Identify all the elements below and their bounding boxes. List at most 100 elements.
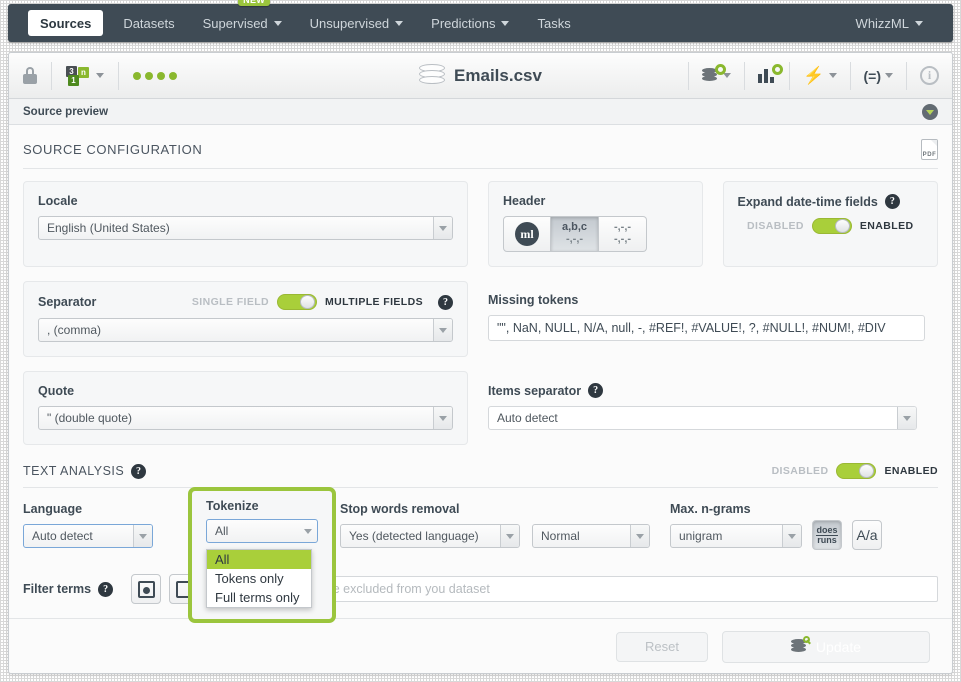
chevron-down-circle-icon[interactable] xyxy=(922,103,938,120)
help-icon[interactable]: ? xyxy=(438,294,453,310)
header-card: Header ml a,b,c -,-,- -,-,- -,-,- xyxy=(488,181,703,267)
expand-datetime-toggle-group: DISABLED ENABLED xyxy=(738,218,923,234)
chevron-down-icon xyxy=(630,525,649,547)
nav-item-whizzml[interactable]: WhizzML xyxy=(842,16,937,31)
missing-tokens-label: Missing tokens xyxy=(488,293,579,307)
separator-select[interactable]: , (comma) xyxy=(38,318,453,342)
info-button[interactable]: i xyxy=(907,53,952,98)
ml-logo-icon: ml xyxy=(515,222,539,246)
expand-datetime-card: Expand date-time fields ? DISABLED ENABL… xyxy=(722,181,938,267)
missing-tokens-input[interactable]: "", NaN, NULL, N/A, null, -, #REF!, #VAL… xyxy=(488,315,925,341)
stemming-button[interactable]: does runs xyxy=(812,520,842,550)
pdf-label: PDF xyxy=(922,152,937,158)
config-row-1: Locale English (United States) Header ml… xyxy=(23,181,938,267)
source-configuration-heading: SOURCE CONFIGURATION PDF xyxy=(23,139,938,169)
section-title: SOURCE CONFIGURATION xyxy=(23,142,203,157)
ngrams-select[interactable]: unigram xyxy=(670,524,802,548)
chevron-down-icon xyxy=(723,73,732,78)
header-option-ml[interactable]: ml xyxy=(503,216,551,252)
chevron-down-icon xyxy=(500,525,519,547)
create-chart-button[interactable] xyxy=(745,53,789,98)
help-icon[interactable]: ? xyxy=(98,581,114,597)
header-option-secondary: -,-,- xyxy=(565,233,584,245)
quote-select[interactable]: " (double quote) xyxy=(38,406,453,430)
nav-item-predictions[interactable]: Predictions xyxy=(417,4,523,42)
text-analysis-toggle[interactable] xyxy=(836,463,877,479)
nav-item-supervised[interactable]: NEW Supervised xyxy=(189,0,296,42)
chevron-down-icon xyxy=(885,73,893,78)
stop-words-select[interactable]: Yes (detected language) xyxy=(340,524,520,548)
lock-icon xyxy=(23,67,37,84)
case-sensitivity-button[interactable]: A/a xyxy=(852,520,882,550)
stop-words-strength-select[interactable]: Normal xyxy=(532,524,650,548)
stop-words-value: Yes (detected language) xyxy=(349,529,479,543)
update-button[interactable]: Update xyxy=(722,630,930,663)
missing-tokens-value: "", NaN, NULL, N/A, null, -, #REF!, #VAL… xyxy=(497,321,886,335)
fields-count-icon: 3 n 1 xyxy=(66,65,92,86)
toggle-off-label: DISABLED xyxy=(747,220,804,232)
nav-item-tasks[interactable]: Tasks xyxy=(523,4,584,42)
chevron-down-icon xyxy=(828,73,837,78)
fields-icon-c: 1 xyxy=(68,74,79,86)
separator-label: Separator xyxy=(38,295,97,309)
tokenize-value: All xyxy=(215,524,229,538)
expand-datetime-toggle[interactable] xyxy=(811,218,852,234)
nav-item-datasets[interactable]: Datasets xyxy=(109,4,188,42)
language-label: Language xyxy=(23,502,83,516)
chevron-down-icon xyxy=(433,407,452,429)
nav-right: WhizzML xyxy=(842,16,953,31)
quote-card: Quote " (double quote) xyxy=(23,371,468,445)
tokenize-option-all[interactable]: All xyxy=(207,550,311,569)
tokenize-option-tokens-only[interactable]: Tokens only xyxy=(207,569,311,588)
source-name: Emails.csv xyxy=(454,65,542,85)
chevron-down-icon xyxy=(96,73,104,78)
missing-tokens-card: Missing tokens "", NaN, NULL, N/A, null,… xyxy=(488,281,938,357)
source-preview-bar[interactable]: Source preview xyxy=(9,99,952,125)
text-analysis-title: TEXT ANALYSIS xyxy=(23,464,125,478)
help-icon[interactable]: ? xyxy=(131,463,147,479)
tokenize-option-full-terms-only[interactable]: Full terms only xyxy=(207,588,311,607)
toolbar-right-group: ⚡ (=) i xyxy=(688,53,952,98)
source-preview-label: Source preview xyxy=(23,105,109,118)
nav-label: Sources xyxy=(40,15,92,31)
action-footer: Reset Update xyxy=(9,618,952,674)
create-dataset-button[interactable] xyxy=(689,53,744,98)
text-analysis-fields: Language Auto detect Stop words removal … xyxy=(23,502,938,550)
filter-terms-label: Filter terms ? xyxy=(23,581,114,597)
status-dots-icon xyxy=(133,71,177,80)
nav-item-sources[interactable]: Sources xyxy=(28,10,104,36)
privacy-lock-button[interactable] xyxy=(9,53,51,98)
nav-label: WhizzML xyxy=(855,15,909,31)
locale-select[interactable]: English (United States) xyxy=(38,216,453,240)
tokenize-select[interactable]: All xyxy=(206,519,318,543)
help-icon[interactable]: ? xyxy=(588,383,604,398)
language-select[interactable]: Auto detect xyxy=(23,524,153,548)
quote-label: Quote xyxy=(38,384,75,398)
fields-summary-button[interactable]: 3 n 1 xyxy=(52,53,118,98)
separator-toggle[interactable] xyxy=(277,294,318,310)
stemming-bottom: runs xyxy=(817,534,837,545)
chevron-down-icon xyxy=(915,20,923,26)
header-option-dashes[interactable]: -,-,- -,-,- xyxy=(599,216,647,252)
nav-item-unsupervised[interactable]: Unsupervised xyxy=(296,4,418,42)
locale-value: English (United States) xyxy=(47,221,170,235)
help-icon[interactable]: ? xyxy=(884,194,900,209)
separator-toggle-group: SINGLE FIELD MULTIPLE FIELDS ? xyxy=(192,294,453,310)
chart-gear-icon xyxy=(758,64,784,83)
info-icon: i xyxy=(920,66,939,85)
chevron-down-icon xyxy=(433,319,452,341)
header-option-letters[interactable]: a,b,c -,-,- xyxy=(551,216,599,252)
model-gear-icon: ⚡ xyxy=(803,65,825,85)
pdf-export-icon[interactable]: PDF xyxy=(921,139,938,160)
excluded-terms-button[interactable] xyxy=(131,574,162,604)
reset-button[interactable]: Reset xyxy=(616,631,708,662)
reset-label: Reset xyxy=(645,639,679,654)
toolbar-left-group: 3 n 1 xyxy=(9,53,191,98)
nav-label: Tasks xyxy=(537,15,571,31)
dataset-gear-icon xyxy=(702,64,727,83)
header-option-secondary: -,-,- xyxy=(613,233,632,245)
items-separator-select[interactable]: Auto detect xyxy=(488,406,917,430)
create-model-button[interactable]: ⚡ xyxy=(790,53,849,98)
chevron-down-icon xyxy=(782,525,801,547)
create-prediction-button[interactable]: (=) xyxy=(851,53,907,98)
